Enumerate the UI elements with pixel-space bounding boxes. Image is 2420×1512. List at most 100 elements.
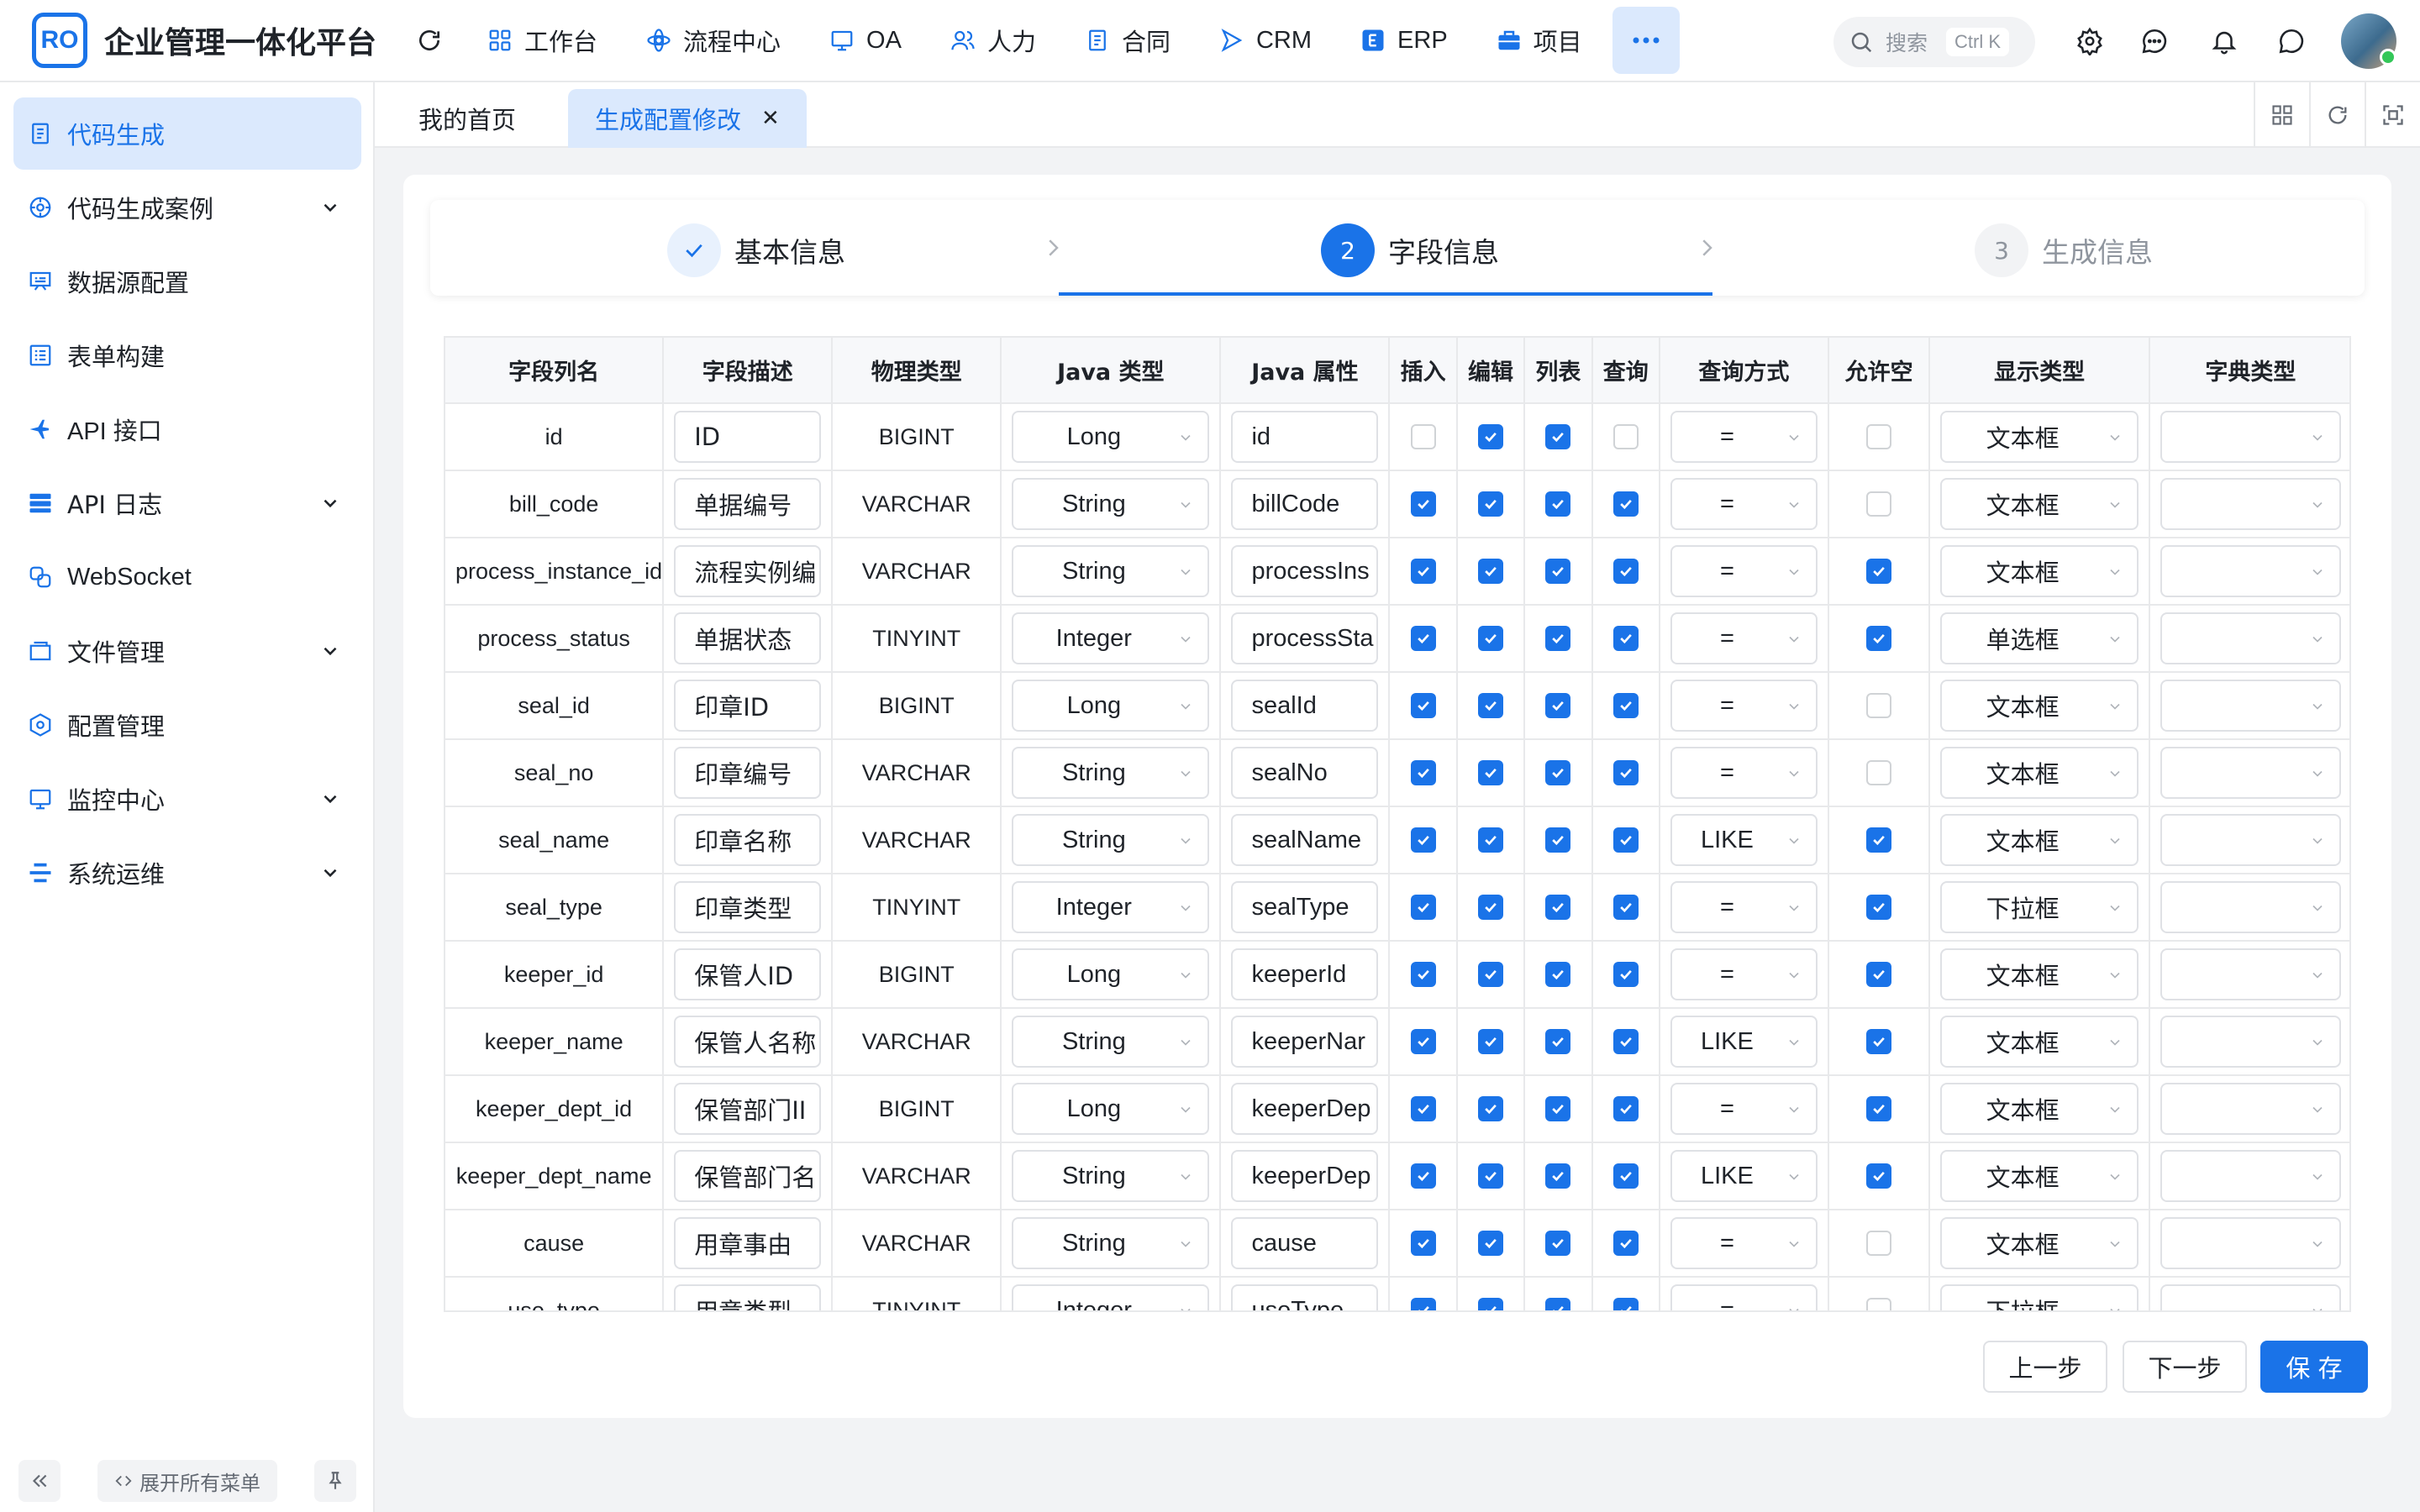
next-step-button[interactable]: 下一步: [2123, 1341, 2247, 1393]
query-mode-select[interactable]: =: [1670, 948, 1818, 1000]
nullable-checkbox[interactable]: [1866, 626, 1892, 651]
list-checkbox[interactable]: [1545, 1163, 1571, 1189]
list-checkbox[interactable]: [1545, 559, 1571, 584]
display-type-select[interactable]: 单选框: [1940, 612, 2139, 664]
nullable-checkbox[interactable]: [1866, 491, 1892, 517]
display-type-select[interactable]: 文本框: [1940, 747, 2139, 799]
tab-grid-button[interactable]: [2254, 82, 2309, 148]
edit-checkbox[interactable]: [1477, 962, 1503, 987]
global-search[interactable]: 搜索 Ctrl K: [1833, 17, 2035, 67]
java-prop-input[interactable]: keeperDep: [1231, 1083, 1379, 1135]
edit-checkbox[interactable]: [1477, 693, 1503, 718]
nullable-checkbox[interactable]: [1866, 424, 1892, 449]
settings-gear-icon[interactable]: [2070, 22, 2109, 60]
dict-type-select[interactable]: [2160, 680, 2341, 732]
field-desc-input[interactable]: 用章事由: [674, 1217, 822, 1269]
tab-gen-config-edit[interactable]: 生成配置修改 ✕: [568, 89, 807, 148]
nullable-checkbox[interactable]: [1866, 827, 1892, 853]
field-desc-input[interactable]: 单据状态: [674, 612, 822, 664]
nullable-checkbox[interactable]: [1866, 1163, 1892, 1189]
insert-checkbox[interactable]: [1410, 1298, 1436, 1310]
java-type-select[interactable]: Long: [1012, 411, 1210, 463]
edit-checkbox[interactable]: [1477, 1096, 1503, 1121]
insert-checkbox[interactable]: [1410, 693, 1436, 718]
sidebar-item-api[interactable]: API 接口: [13, 393, 361, 465]
insert-checkbox[interactable]: [1410, 491, 1436, 517]
java-type-select[interactable]: String: [1012, 478, 1210, 530]
java-prop-input[interactable]: cause: [1231, 1217, 1379, 1269]
prev-step-button[interactable]: 上一步: [1983, 1341, 2107, 1393]
sidebar-item-form-builder[interactable]: 表单构建: [13, 319, 361, 391]
field-table-container[interactable]: 字段列名 字段描述 物理类型 Java 类型 Java 属性 插入 编辑 列表 查询 查询方式 允许…: [444, 336, 2351, 1312]
query-checkbox[interactable]: [1612, 962, 1639, 987]
nullable-checkbox[interactable]: [1866, 895, 1892, 920]
pin-sidebar-button[interactable]: [314, 1460, 356, 1502]
query-checkbox[interactable]: [1612, 1096, 1639, 1121]
query-checkbox[interactable]: [1612, 559, 1639, 584]
java-type-select[interactable]: String: [1012, 1150, 1210, 1202]
query-mode-select[interactable]: =: [1670, 612, 1818, 664]
field-desc-input[interactable]: 保管部门II: [674, 1083, 822, 1135]
expand-all-menus-button[interactable]: 展开所有菜单: [97, 1460, 277, 1502]
tab-fullscreen-button[interactable]: [2365, 82, 2420, 148]
edit-checkbox[interactable]: [1477, 760, 1503, 785]
insert-checkbox[interactable]: [1410, 1096, 1436, 1121]
query-checkbox[interactable]: [1612, 424, 1639, 449]
insert-checkbox[interactable]: [1410, 962, 1436, 987]
list-checkbox[interactable]: [1545, 1029, 1571, 1054]
java-prop-input[interactable]: id: [1231, 411, 1379, 463]
dict-type-select[interactable]: [2160, 1150, 2341, 1202]
java-type-select[interactable]: Integer: [1012, 612, 1210, 664]
nullable-checkbox[interactable]: [1866, 1298, 1892, 1310]
nullable-checkbox[interactable]: [1866, 693, 1892, 718]
bell-icon[interactable]: [2205, 22, 2244, 60]
dict-type-select[interactable]: [2160, 612, 2341, 664]
query-checkbox[interactable]: [1612, 1231, 1639, 1256]
dict-type-select[interactable]: [2160, 814, 2341, 866]
query-checkbox[interactable]: [1612, 895, 1639, 920]
nav-item-workbench[interactable]: 工作台: [466, 7, 619, 74]
collapse-sidebar-button[interactable]: [18, 1460, 60, 1502]
refresh-icon[interactable]: [410, 21, 449, 60]
nav-item-project[interactable]: 项目: [1475, 7, 1604, 74]
dict-type-select[interactable]: [2160, 948, 2341, 1000]
java-prop-input[interactable]: sealId: [1231, 680, 1379, 732]
edit-checkbox[interactable]: [1477, 626, 1503, 651]
dict-type-select[interactable]: [2160, 1284, 2341, 1310]
query-checkbox[interactable]: [1612, 760, 1639, 785]
tab-home[interactable]: 我的首页: [392, 89, 543, 148]
query-checkbox[interactable]: [1612, 626, 1639, 651]
app-logo[interactable]: RO 企业管理一体化平台: [32, 13, 376, 68]
sidebar-item-codegen[interactable]: 代码生成: [13, 97, 361, 170]
display-type-select[interactable]: 文本框: [1940, 1217, 2139, 1269]
java-prop-input[interactable]: processIns: [1231, 545, 1379, 597]
query-mode-select[interactable]: =: [1670, 1083, 1818, 1135]
insert-checkbox[interactable]: [1410, 760, 1436, 785]
field-desc-input[interactable]: 保管部门名: [674, 1150, 822, 1202]
tab-refresh-button[interactable]: [2309, 82, 2365, 148]
dict-type-select[interactable]: [2160, 1083, 2341, 1135]
save-button[interactable]: 保 存: [2260, 1341, 2368, 1393]
display-type-select[interactable]: 文本框: [1940, 411, 2139, 463]
nullable-checkbox[interactable]: [1866, 1231, 1892, 1256]
edit-checkbox[interactable]: [1477, 559, 1503, 584]
edit-checkbox[interactable]: [1477, 1231, 1503, 1256]
query-mode-select[interactable]: LIKE: [1670, 1150, 1818, 1202]
list-checkbox[interactable]: [1545, 1231, 1571, 1256]
java-type-select[interactable]: Integer: [1012, 881, 1210, 933]
insert-checkbox[interactable]: [1410, 827, 1436, 853]
query-mode-select[interactable]: =: [1670, 478, 1818, 530]
display-type-select[interactable]: 下拉框: [1940, 881, 2139, 933]
list-checkbox[interactable]: [1545, 760, 1571, 785]
java-prop-input[interactable]: sealType: [1231, 881, 1379, 933]
sidebar-item-datasource[interactable]: 数据源配置: [13, 245, 361, 318]
sidebar-item-ops[interactable]: 系统运维: [13, 837, 361, 909]
dict-type-select[interactable]: [2160, 747, 2341, 799]
insert-checkbox[interactable]: [1410, 559, 1436, 584]
insert-checkbox[interactable]: [1410, 1163, 1436, 1189]
edit-checkbox[interactable]: [1477, 895, 1503, 920]
field-desc-input[interactable]: 印章类型: [674, 881, 822, 933]
field-desc-input[interactable]: 印章ID: [674, 680, 822, 732]
display-type-select[interactable]: 文本框: [1940, 1150, 2139, 1202]
query-checkbox[interactable]: [1612, 1029, 1639, 1054]
